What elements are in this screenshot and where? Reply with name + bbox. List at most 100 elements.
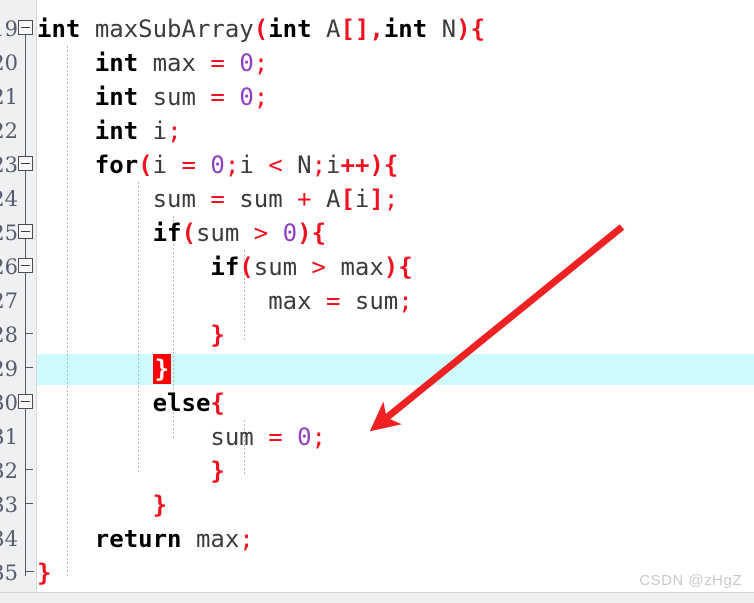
code-token: { xyxy=(383,151,399,179)
line-number: 31 xyxy=(0,425,18,449)
code-token: > xyxy=(311,253,326,281)
code-line[interactable]: else{ xyxy=(37,386,225,420)
code-line[interactable]: sum = 0; xyxy=(37,420,326,454)
code-token: ( xyxy=(138,151,153,179)
line-number: 34 xyxy=(0,527,18,551)
code-token: i xyxy=(326,151,341,179)
fold-collapse-icon[interactable] xyxy=(18,156,33,171)
code-token: { xyxy=(398,253,413,281)
line-number: 28 xyxy=(0,323,18,347)
code-token: 0 xyxy=(210,151,225,179)
line-number: 25 xyxy=(0,221,18,245)
fold-collapse-icon[interactable] xyxy=(18,394,33,409)
code-token: sum xyxy=(37,423,269,451)
code-line[interactable]: int maxSubArray(int A[],int N){ xyxy=(37,12,485,46)
code-line[interactable]: return max; xyxy=(37,522,254,556)
code-token: ; xyxy=(239,525,254,553)
line-number: 27 xyxy=(0,289,18,313)
line-number: 26 xyxy=(0,255,18,279)
code-token: ++ xyxy=(340,151,370,179)
code-line[interactable]: max = sum; xyxy=(37,284,413,318)
watermark-label: CSDN @zHgZ xyxy=(639,572,742,589)
fold-branch-tick xyxy=(25,469,33,470)
code-line[interactable]: } xyxy=(37,318,225,352)
code-token: ; xyxy=(398,287,413,315)
code-token: max xyxy=(181,525,240,553)
code-token: ) xyxy=(456,15,471,43)
code-line[interactable]: sum = sum + A[i]; xyxy=(37,182,399,216)
code-line[interactable]: int sum = 0; xyxy=(37,80,268,114)
code-token: ( xyxy=(253,15,269,43)
code-token: int xyxy=(37,15,81,43)
code-token: ; xyxy=(311,423,326,451)
code-token: sum xyxy=(340,287,399,315)
code-token: { xyxy=(210,389,225,417)
code-editor[interactable]: 19 20 21 22 23 24 25 26 27 28 29 30 31 32 33 34 35 int m… xyxy=(0,0,754,603)
code-token: = xyxy=(325,287,341,315)
code-token: sum xyxy=(253,253,312,281)
code-token: N xyxy=(282,151,312,179)
line-number: 29 xyxy=(0,357,18,381)
code-token: maxSubArray xyxy=(94,15,254,43)
line-number: 20 xyxy=(0,51,18,75)
code-token: > xyxy=(253,219,269,247)
fold-branch-tick xyxy=(25,503,33,504)
fold-collapse-icon[interactable] xyxy=(18,258,33,273)
code-token: ) xyxy=(383,253,399,281)
code-line[interactable]: } xyxy=(37,352,172,386)
code-token: if xyxy=(152,219,182,247)
fold-rail xyxy=(25,27,26,576)
code-token: sum xyxy=(224,185,298,213)
code-token: = xyxy=(210,83,225,111)
code-token: [ xyxy=(340,185,355,213)
code-line[interactable]: if(sum > max){ xyxy=(37,250,413,284)
code-token: = xyxy=(210,185,225,213)
code-token: max xyxy=(138,49,211,77)
code-token: A xyxy=(311,15,341,43)
code-token: sum xyxy=(37,185,211,213)
code-token: sum xyxy=(195,219,254,247)
code-token: i xyxy=(152,151,182,179)
line-number: 32 xyxy=(0,459,18,483)
code-line[interactable]: for(i = 0;i < N;i++){ xyxy=(37,148,399,182)
code-token: , xyxy=(369,15,384,43)
fold-collapse-icon[interactable] xyxy=(18,224,33,239)
code-token: 0 xyxy=(239,83,254,111)
code-token: ) xyxy=(297,219,312,247)
code-token: ) xyxy=(369,151,384,179)
code-token: ; xyxy=(311,151,327,179)
code-line[interactable]: if(sum > 0){ xyxy=(37,216,326,250)
fold-branch-tick xyxy=(25,367,33,368)
code-line[interactable]: } xyxy=(37,454,224,488)
line-number: 30 xyxy=(0,391,18,415)
fold-collapse-icon[interactable] xyxy=(18,20,33,35)
code-token: 0 xyxy=(239,49,254,77)
code-line[interactable]: int max = 0; xyxy=(37,46,268,80)
code-token: int xyxy=(383,15,428,43)
code-token: max xyxy=(326,253,384,281)
code-token: i xyxy=(138,117,168,145)
code-token: int xyxy=(268,15,312,43)
code-line[interactable]: } xyxy=(37,488,167,522)
code-token: < xyxy=(268,151,283,179)
editor-bottom-strip xyxy=(0,592,754,603)
line-number: 33 xyxy=(0,493,18,517)
code-token: A xyxy=(311,185,341,213)
code-token: } xyxy=(210,321,225,349)
code-line[interactable]: int i; xyxy=(37,114,182,148)
code-token: ; xyxy=(167,117,182,145)
line-number: 24 xyxy=(0,187,18,211)
code-token: 0 xyxy=(282,219,298,247)
code-token: i xyxy=(354,185,370,213)
code-token: = xyxy=(181,151,196,179)
code-line[interactable]: } xyxy=(37,556,51,590)
